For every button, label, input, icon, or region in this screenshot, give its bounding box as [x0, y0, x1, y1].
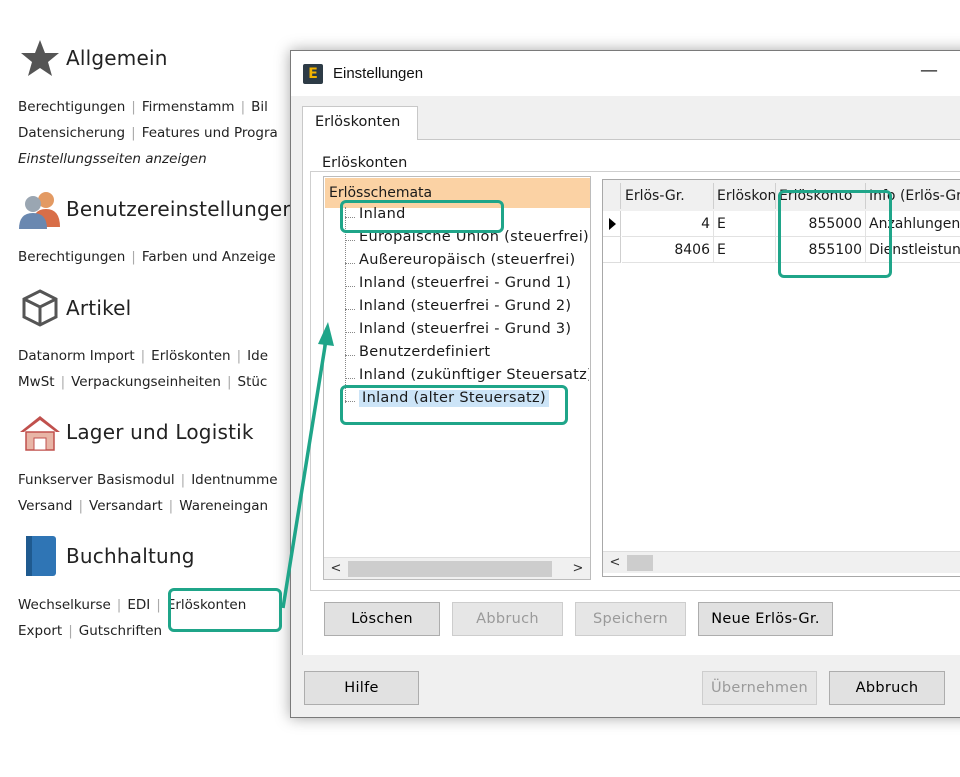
tree-item-label: Inland (steuerfrei - Grund 3)	[359, 321, 572, 337]
link[interactable]: EDI	[127, 597, 150, 613]
table-cell[interactable]: Dienstleistungen	[866, 237, 960, 263]
scroll-thumb[interactable]	[627, 555, 653, 571]
column-header[interactable]: Erlöskonto	[776, 183, 866, 209]
apply-button[interactable]: Übernehmen	[702, 671, 817, 705]
link[interactable]: Datanorm Import	[18, 348, 135, 364]
link[interactable]: Funkserver Basismodul	[18, 472, 175, 488]
abort-edit-button[interactable]: Abbruch	[452, 602, 563, 636]
scroll-thumb[interactable]	[348, 561, 552, 577]
link[interactable]: MwSt	[18, 374, 55, 390]
tree-item[interactable]: Europäische Union (steuerfrei)	[341, 229, 589, 252]
save-button[interactable]: Speichern	[575, 602, 686, 636]
erloeskonten-link[interactable]: Erlöskonten	[167, 597, 246, 613]
section-buchhaltung: Buchhaltung	[18, 534, 195, 578]
grid-hscrollbar[interactable]: <	[603, 551, 960, 573]
tree-item[interactable]: Außereuropäisch (steuerfrei)	[341, 252, 589, 275]
table-cell[interactable]: 855000	[776, 211, 866, 237]
link[interactable]: Wareneingan	[179, 498, 268, 514]
section-title: Allgemein	[66, 46, 168, 70]
link-list: Wechselkurse | EDI | Erlöskonten Export | Guts…	[18, 597, 247, 639]
column-header[interactable]: Erlöskonto-Typ	[714, 183, 776, 209]
table-cell[interactable]: 8406	[622, 237, 714, 263]
show-settings-pages-link[interactable]: Einstellungsseiten anzeigen	[18, 151, 207, 167]
link[interactable]: Firmenstamm	[142, 99, 235, 115]
tree-hscrollbar[interactable]: < >	[324, 557, 590, 579]
link[interactable]: Bil	[251, 99, 268, 115]
link[interactable]: Berechtigungen	[18, 249, 125, 265]
tree-item[interactable]: Inland (zukünftiger Steuersatz)	[341, 367, 589, 390]
link[interactable]: Wechselkurse	[18, 597, 111, 613]
book-icon	[18, 534, 62, 578]
cancel-button[interactable]: Abbruch	[829, 671, 945, 705]
tree-item[interactable]: Inland (steuerfrei - Grund 3)	[341, 321, 589, 344]
tree-item-label: Europäische Union (steuerfrei)	[359, 229, 589, 245]
star-icon	[18, 36, 62, 80]
tree-item[interactable]: Inland (alter Steuersatz)	[341, 390, 589, 413]
section-artikel: Artikel	[18, 286, 131, 330]
column-header[interactable]: Info (Erlös-Gr.)	[866, 183, 960, 209]
section-benutzereinstellungen: Benutzereinstellungen	[18, 187, 295, 231]
section-allgemein: Allgemein	[18, 36, 168, 80]
new-revenue-group-button[interactable]: Neue Erlös-Gr.	[698, 602, 833, 636]
users-icon	[18, 187, 62, 231]
table-cell[interactable]: Anzahlungen	[866, 211, 960, 237]
tree-item-label: Inland (alter Steuersatz)	[359, 390, 549, 407]
grid-header: Erlös-Gr. Erlöskonto-Typ Erlöskonto Info…	[603, 180, 960, 211]
link[interactable]: Gutschriften	[79, 623, 162, 639]
link[interactable]: Verpackungseinheiten	[71, 374, 221, 390]
link-list: Datanorm Import | Erlöskonten | Ide MwSt | Ver…	[18, 348, 269, 390]
row-indicator[interactable]	[603, 211, 621, 237]
tree-item-label: Inland (zukünftiger Steuersatz)	[359, 367, 589, 383]
warehouse-icon	[18, 410, 62, 454]
erloeskonten-grid[interactable]: Erlös-Gr. Erlöskonto-Typ Erlöskonto Info…	[602, 179, 960, 577]
tab-erloeskonten[interactable]: Erlöskonten	[302, 106, 418, 140]
scroll-left-icon[interactable]: <	[326, 559, 346, 579]
link-list: Funkserver Basismodul | Identnumme Versand…	[18, 472, 278, 514]
section-title: Buchhaltung	[66, 544, 195, 568]
current-row-arrow-icon	[609, 218, 616, 230]
row-indicator[interactable]	[603, 237, 621, 263]
tree-item-label: Inland (steuerfrei - Grund 1)	[359, 275, 572, 291]
section-title: Benutzereinstellungen	[66, 197, 296, 221]
scroll-right-icon[interactable]: >	[568, 559, 588, 579]
link[interactable]: Versand	[18, 498, 72, 514]
link[interactable]: Identnumme	[191, 472, 277, 488]
tree-item[interactable]: Inland (steuerfrei - Grund 1)	[341, 275, 589, 298]
tree-item-label: Außereuropäisch (steuerfrei)	[359, 252, 576, 268]
tree-item[interactable]: Benutzerdefiniert	[341, 344, 589, 367]
link[interactable]: Stüc	[238, 374, 268, 390]
section-lager-logistik: Lager und Logistik	[18, 410, 254, 454]
groupbox-label: Erlöskonten	[319, 155, 411, 171]
tree-item-label: Inland	[359, 206, 406, 222]
link[interactable]: Features und Progra	[142, 125, 278, 141]
link[interactable]: Erlöskonten	[151, 348, 230, 364]
tree-header: Erlösschemata	[325, 178, 590, 208]
scroll-left-icon[interactable]: <	[605, 553, 625, 573]
link[interactable]: Farben und Anzeige	[142, 249, 276, 265]
table-cell[interactable]: 855100	[776, 237, 866, 263]
tree-item-label: Benutzerdefiniert	[359, 344, 491, 360]
section-title: Artikel	[66, 296, 132, 320]
help-button[interactable]: Hilfe	[304, 671, 419, 705]
link[interactable]: Ide	[247, 348, 268, 364]
tree-item-label: Inland (steuerfrei - Grund 2)	[359, 298, 572, 314]
tree-item[interactable]: Inland	[341, 206, 589, 229]
link[interactable]: Berechtigungen	[18, 99, 125, 115]
box-icon	[18, 286, 62, 330]
link-list: Berechtigungen | Firmenstamm | Bil Datensich…	[18, 99, 278, 167]
section-title: Lager und Logistik	[66, 420, 254, 444]
tree-item[interactable]: Inland (steuerfrei - Grund 2)	[341, 298, 589, 321]
row-indicator-header	[603, 183, 621, 209]
table-cell[interactable]: E	[714, 211, 776, 237]
link[interactable]: Datensicherung	[18, 125, 125, 141]
column-header[interactable]: Erlös-Gr.	[622, 183, 714, 209]
link[interactable]: Versandart	[89, 498, 163, 514]
table-cell[interactable]: 4	[622, 211, 714, 237]
delete-button[interactable]: Löschen	[324, 602, 440, 636]
link[interactable]: Export	[18, 623, 62, 639]
table-cell[interactable]: E	[714, 237, 776, 263]
link-list: Berechtigungen | Farben und Anzeige	[18, 249, 276, 265]
